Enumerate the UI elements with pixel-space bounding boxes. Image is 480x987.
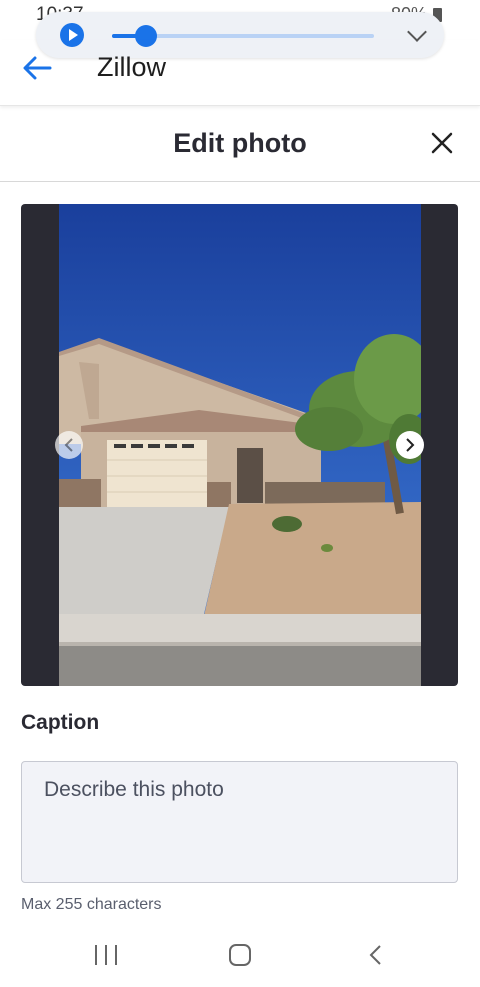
next-photo-button[interactable]	[396, 431, 424, 459]
caption-hint: Max 255 characters	[21, 896, 162, 913]
caption-input[interactable]	[21, 761, 458, 883]
caption-label: Caption	[21, 711, 100, 734]
chevron-left-icon	[64, 438, 73, 452]
house-photo	[59, 204, 421, 686]
app-bar: Zillow	[0, 40, 480, 106]
media-seek-bar[interactable]	[112, 25, 374, 47]
previous-photo-button[interactable]	[55, 431, 83, 459]
dialog-title: Edit photo	[173, 128, 307, 158]
close-icon[interactable]	[430, 131, 454, 155]
photo-viewer	[21, 204, 458, 686]
app-title: Zillow	[97, 52, 167, 82]
recents-icon[interactable]	[95, 945, 117, 965]
system-nav-bar	[0, 930, 480, 987]
back-nav-icon[interactable]	[368, 945, 382, 965]
home-icon[interactable]	[229, 944, 251, 966]
chevron-right-icon	[406, 438, 415, 452]
back-arrow-icon[interactable]	[22, 56, 52, 80]
dialog-header: Edit photo	[0, 108, 480, 182]
chevron-down-icon[interactable]	[407, 22, 427, 42]
